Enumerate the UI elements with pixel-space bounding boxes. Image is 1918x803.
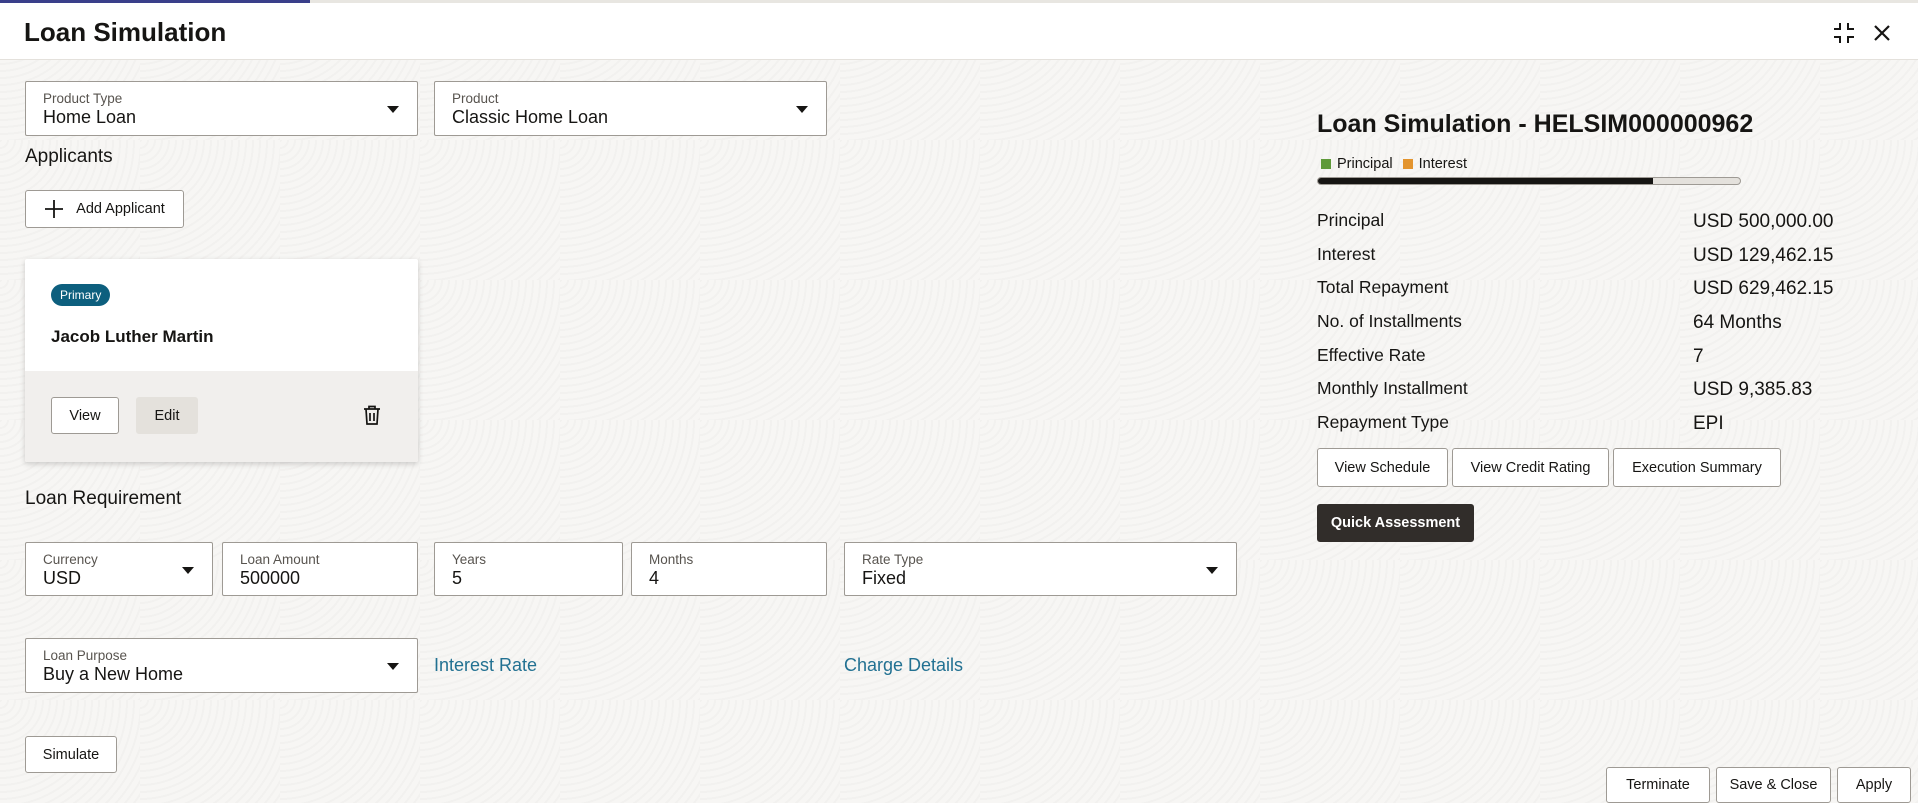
- execution-summary-button[interactable]: Execution Summary: [1613, 448, 1781, 487]
- add-applicant-label: Add Applicant: [76, 201, 165, 217]
- trash-icon[interactable]: [363, 405, 381, 430]
- principal-swatch: [1321, 159, 1331, 169]
- close-icon[interactable]: [1868, 19, 1896, 47]
- product-type-value: Home Loan: [43, 107, 137, 127]
- chevron-down-icon: [1206, 567, 1218, 574]
- summary-row-label: Monthly Installment: [1317, 378, 1468, 398]
- months-label: Months: [649, 552, 694, 567]
- rate-type-label: Rate Type: [862, 552, 924, 567]
- loan-amount-value: 500000: [240, 568, 301, 588]
- months-value: 4: [649, 568, 660, 588]
- currency-select[interactable]: Currency USD: [25, 542, 213, 596]
- years-input[interactable]: Years 5: [434, 542, 623, 596]
- currency-value: USD: [43, 568, 82, 588]
- loan-purpose-select[interactable]: Loan Purpose Buy a New Home: [25, 638, 418, 693]
- years-label: Years: [452, 552, 487, 567]
- summary-row-label: Repayment Type: [1317, 412, 1449, 432]
- interest-rate-link[interactable]: Interest Rate: [434, 655, 537, 676]
- summary-row-label: No. of Installments: [1317, 311, 1462, 331]
- chart-legend: Principal Interest: [1321, 156, 1467, 172]
- quick-assessment-button[interactable]: Quick Assessment: [1317, 504, 1474, 542]
- view-credit-rating-button[interactable]: View Credit Rating: [1452, 448, 1609, 487]
- months-input[interactable]: Months 4: [631, 542, 827, 596]
- chevron-down-icon: [387, 106, 399, 113]
- loan-purpose-value: Buy a New Home: [43, 664, 184, 684]
- product-value: Classic Home Loan: [452, 107, 609, 127]
- simulate-button[interactable]: Simulate: [25, 736, 117, 773]
- simulation-summary-title: Loan Simulation - HELSIM000000962: [1317, 110, 1754, 138]
- applicants-title: Applicants: [25, 146, 113, 167]
- legend-principal: Principal: [1337, 156, 1393, 172]
- currency-label: Currency: [43, 552, 98, 567]
- page-title: Loan Simulation: [24, 17, 227, 47]
- product-label: Product: [452, 91, 499, 106]
- summary-row-value: USD 9,385.83: [1693, 379, 1813, 400]
- chevron-down-icon: [387, 663, 399, 670]
- product-select[interactable]: Product Classic Home Loan: [434, 81, 827, 136]
- dialog-header: Loan Simulation: [0, 3, 1918, 60]
- chevron-down-icon: [182, 567, 194, 574]
- summary-row-value: 64 Months: [1693, 312, 1782, 333]
- charge-details-link[interactable]: Charge Details: [844, 655, 963, 676]
- summary-row-label: Principal: [1317, 210, 1385, 230]
- loan-amount-input[interactable]: Loan Amount 500000: [222, 542, 418, 596]
- summary-row-label: Effective Rate: [1317, 345, 1426, 365]
- collapse-icon[interactable]: [1830, 19, 1858, 47]
- primary-badge: Primary: [51, 284, 111, 306]
- view-schedule-button[interactable]: View Schedule: [1317, 448, 1448, 487]
- loan-amount-label: Loan Amount: [240, 552, 320, 567]
- summary-row-value: USD 500,000.00: [1693, 211, 1834, 232]
- summary-row-label: Total Repayment: [1317, 277, 1449, 297]
- terminate-button[interactable]: Terminate: [1606, 767, 1710, 803]
- summary-row-value: USD 629,462.15: [1693, 278, 1834, 299]
- add-applicant-button[interactable]: Add Applicant: [25, 190, 184, 228]
- view-applicant-button[interactable]: View: [51, 397, 119, 434]
- applicant-name: Jacob Luther Martin: [51, 327, 214, 346]
- applicant-card-footer: View Edit: [25, 371, 418, 462]
- applicant-card: Primary Jacob Luther Martin View Edit: [25, 259, 418, 462]
- product-type-select[interactable]: Product Type Home Loan: [25, 81, 418, 136]
- summary-row-value: USD 129,462.15: [1693, 245, 1834, 266]
- edit-applicant-button[interactable]: Edit: [136, 397, 198, 434]
- rate-type-select[interactable]: Rate Type Fixed: [844, 542, 1237, 596]
- loan-purpose-label: Loan Purpose: [43, 648, 128, 663]
- summary-row-value: 7: [1693, 346, 1704, 367]
- chevron-down-icon: [796, 106, 808, 113]
- principal-fill: [1318, 178, 1654, 184]
- loan-requirement-title: Loan Requirement: [25, 488, 182, 509]
- years-value: 5: [452, 568, 463, 588]
- apply-button[interactable]: Apply: [1837, 767, 1911, 803]
- interest-swatch: [1402, 159, 1413, 169]
- product-type-label: Product Type: [43, 91, 123, 106]
- summary-row-value: EPI: [1693, 413, 1724, 434]
- save-close-button[interactable]: Save & Close: [1716, 767, 1831, 803]
- summary-row-label: Interest: [1317, 244, 1376, 264]
- rate-type-value: Fixed: [862, 568, 907, 588]
- principal-interest-bar: [1317, 177, 1741, 185]
- legend-interest: Interest: [1418, 156, 1467, 172]
- plus-icon: [45, 200, 64, 218]
